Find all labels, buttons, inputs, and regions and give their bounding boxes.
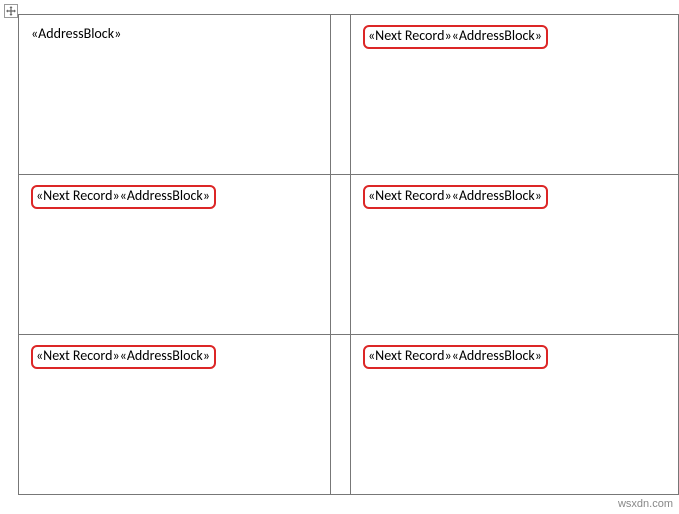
highlight-box: «Next Record»«AddressBlock»: [31, 185, 216, 209]
highlight-box: «Next Record»«AddressBlock»: [363, 345, 548, 369]
mail-merge-label-table: «AddressBlock» «Next Record»«AddressBloc…: [18, 14, 679, 495]
merge-field[interactable]: «Next Record»«AddressBlock»: [368, 187, 542, 204]
merge-field[interactable]: «Next Record»«AddressBlock»: [36, 347, 210, 364]
merge-field[interactable]: «Next Record»«AddressBlock»: [36, 187, 210, 204]
table-row: «Next Record»«AddressBlock» «Next Record…: [19, 175, 679, 335]
label-cell[interactable]: «Next Record»«AddressBlock»: [351, 335, 679, 495]
gutter-cell: [331, 335, 351, 495]
highlight-box: «Next Record»«AddressBlock»: [363, 185, 548, 209]
table-move-handle[interactable]: [4, 4, 18, 18]
label-cell[interactable]: «Next Record»«AddressBlock»: [351, 15, 679, 175]
highlight-box: «Next Record»«AddressBlock»: [363, 25, 548, 49]
table-row: «Next Record»«AddressBlock» «Next Record…: [19, 335, 679, 495]
merge-field[interactable]: «Next Record»«AddressBlock»: [368, 347, 542, 364]
highlight-box: «Next Record»«AddressBlock»: [31, 345, 216, 369]
watermark-text: wsxdn.com: [618, 498, 673, 510]
label-cell[interactable]: «Next Record»«AddressBlock»: [19, 175, 331, 335]
merge-field[interactable]: «Next Record»«AddressBlock»: [368, 27, 542, 44]
label-cell[interactable]: «Next Record»«AddressBlock»: [19, 335, 331, 495]
table-row: «AddressBlock» «Next Record»«AddressBloc…: [19, 15, 679, 175]
gutter-cell: [331, 175, 351, 335]
label-cell[interactable]: «Next Record»«AddressBlock»: [351, 175, 679, 335]
label-cell[interactable]: «AddressBlock»: [19, 15, 331, 175]
gutter-cell: [331, 15, 351, 175]
merge-field[interactable]: «AddressBlock»: [31, 25, 121, 42]
move-icon: [6, 6, 16, 16]
